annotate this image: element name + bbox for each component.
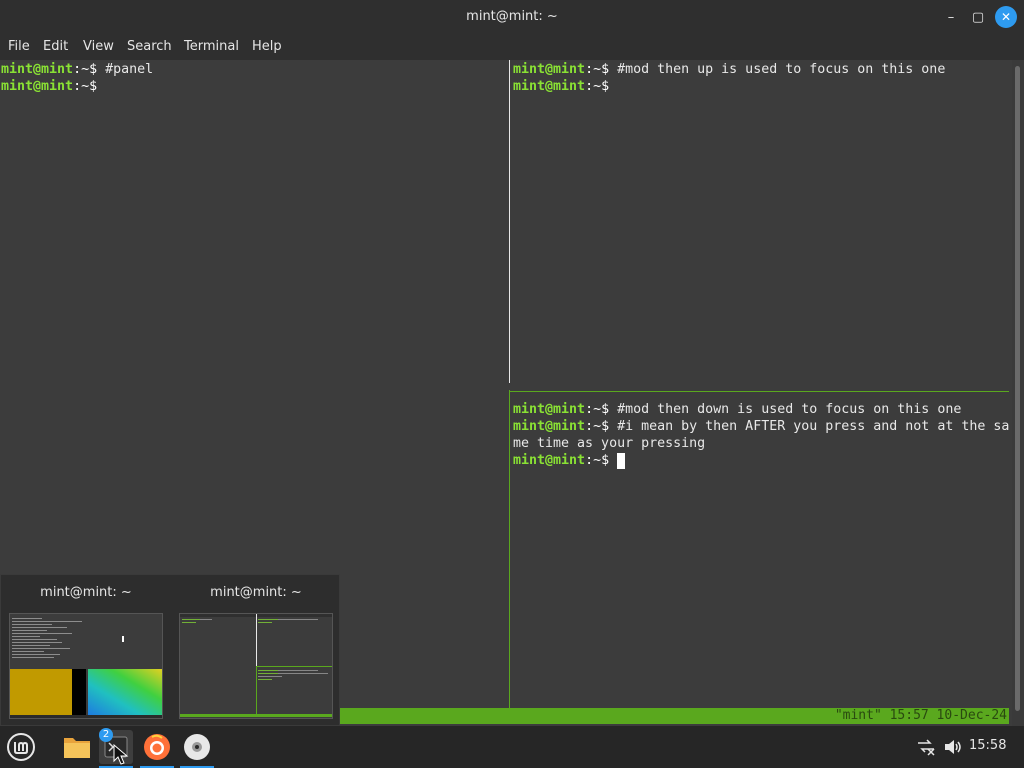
window-preview-1[interactable]: mint@mint: ~: [1, 575, 171, 725]
thumbnail-image: [10, 614, 162, 718]
window-preview-title: mint@mint: ~: [40, 585, 132, 600]
window-preview-popup: mint@mint: ~ mint@mint: ~: [0, 574, 340, 726]
taskbar-disc-button[interactable]: [180, 730, 214, 768]
terminal-cursor: [617, 453, 625, 469]
taskbar-firefox-button[interactable]: [140, 730, 174, 768]
window-preview-title: mint@mint: ~: [210, 585, 302, 600]
clock[interactable]: 15:58: [969, 738, 1006, 753]
close-button[interactable]: ✕: [995, 6, 1017, 28]
scrollbar-thumb[interactable]: [1015, 66, 1020, 711]
scrollbar[interactable]: [1012, 60, 1024, 726]
minimize-icon: –: [947, 9, 955, 25]
thumbnail-image: [180, 614, 332, 718]
taskbar-terminal-button[interactable]: 2: [99, 728, 133, 768]
menu-help[interactable]: Help: [252, 39, 282, 54]
left-pane-line-1: mint@mint:~$ #panel: [1, 62, 154, 77]
taskbar-files-button[interactable]: [60, 730, 94, 764]
top-right-pane-line-2: mint@mint:~$: [513, 79, 610, 94]
mint-menu-button[interactable]: [4, 730, 38, 764]
menu-bar: File Edit View Search Terminal Help: [0, 34, 1024, 60]
pane-divider-vertical-active[interactable]: [509, 390, 510, 708]
maximize-icon: ▢: [971, 9, 985, 25]
mint-menu-icon: [7, 733, 35, 761]
window-preview-thumbnail: [9, 613, 163, 719]
disc-icon: [184, 734, 210, 760]
menu-view[interactable]: View: [83, 39, 114, 54]
minimize-button[interactable]: –: [940, 6, 962, 28]
menu-terminal[interactable]: Terminal: [184, 39, 239, 54]
bottom-right-pane-line-2-wrap: me time as your pressing: [513, 436, 706, 451]
bottom-right-pane-line-2: mint@mint:~$ #i mean by then AFTER you p…: [513, 419, 1010, 434]
window-title: mint@mint: ~: [466, 9, 558, 24]
maximize-button[interactable]: ▢: [967, 6, 989, 28]
mouse-pointer-icon: [113, 744, 129, 765]
network-button[interactable]: [916, 738, 936, 760]
volume-button[interactable]: [943, 738, 963, 760]
pane-divider-vertical[interactable]: [509, 60, 510, 383]
left-pane-line-2: mint@mint:~$: [1, 79, 98, 94]
close-icon: ✕: [1000, 10, 1012, 24]
window-preview-2[interactable]: mint@mint: ~: [171, 575, 341, 725]
menu-file[interactable]: File: [8, 39, 30, 54]
status-text: "mint" 15:57 10-Dec-24: [834, 708, 1007, 723]
window-preview-thumbnail: [179, 613, 333, 719]
bottom-right-pane-line-1: mint@mint:~$ #mod then down is used to f…: [513, 402, 962, 417]
bottom-right-pane-line-3: mint@mint:~$: [513, 453, 610, 468]
folder-icon: [64, 738, 90, 758]
network-disconnected-icon: [918, 739, 935, 756]
volume-icon: [945, 740, 961, 754]
top-right-pane-line-1: mint@mint:~$ #mod then up is used to foc…: [513, 62, 946, 77]
menu-search[interactable]: Search: [127, 39, 172, 54]
menu-edit[interactable]: Edit: [43, 39, 68, 54]
firefox-icon: [144, 734, 170, 760]
window-titlebar[interactable]: mint@mint: ~ – ▢ ✕: [0, 0, 1024, 34]
window-count-badge: 2: [99, 728, 113, 742]
pane-divider-horizontal[interactable]: [509, 391, 1009, 392]
taskbar: 2 15:58: [0, 726, 1024, 768]
